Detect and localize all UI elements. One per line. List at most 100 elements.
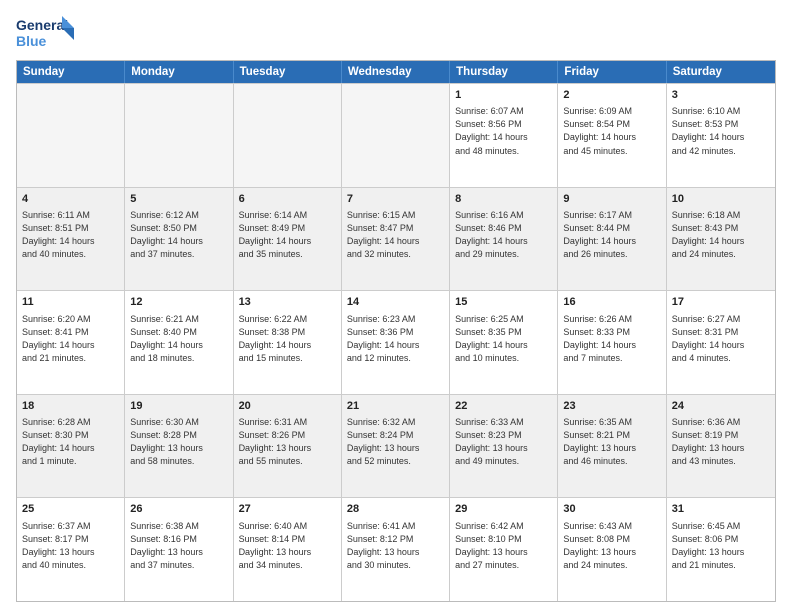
day-info: Sunrise: 6:33 AMSunset: 8:23 PMDaylight:… — [455, 416, 552, 468]
cal-week-row: 1 Sunrise: 6:07 AMSunset: 8:56 PMDaylight… — [17, 83, 775, 187]
day-number: 26 — [130, 502, 227, 517]
day-info: Sunrise: 6:21 AMSunset: 8:40 PMDaylight:… — [130, 313, 227, 365]
cal-cell-day: 28Sunrise: 6:41 AMSunset: 8:12 PMDayligh… — [342, 498, 450, 601]
day-number: 22 — [455, 399, 552, 414]
cal-header-day: Monday — [125, 61, 233, 83]
day-info: Sunrise: 6:22 AMSunset: 8:38 PMDaylight:… — [239, 313, 336, 365]
day-number: 7 — [347, 192, 444, 207]
cal-cell-day: 1 Sunrise: 6:07 AMSunset: 8:56 PMDaylight… — [450, 84, 558, 187]
calendar-body: 1 Sunrise: 6:07 AMSunset: 8:56 PMDaylight… — [17, 83, 775, 601]
day-number: 12 — [130, 295, 227, 310]
day-number: 15 — [455, 295, 552, 310]
day-info: Sunrise: 6:17 AMSunset: 8:44 PMDaylight:… — [563, 209, 660, 261]
cal-cell-day: 10 Sunrise: 6:18 AMSunset: 8:43 PMDayligh… — [667, 188, 775, 291]
day-info: Sunrise: 6:18 AMSunset: 8:43 PMDaylight:… — [672, 209, 770, 261]
day-info: Sunrise: 6:28 AMSunset: 8:30 PMDaylight:… — [22, 416, 119, 468]
day-info: Sunrise: 6:30 AMSunset: 8:28 PMDaylight:… — [130, 416, 227, 468]
day-number: 8 — [455, 192, 552, 207]
day-number: 6 — [239, 192, 336, 207]
cal-cell-day: 23 Sunrise: 6:35 AMSunset: 8:21 PMDayligh… — [558, 395, 666, 498]
day-info: Sunrise: 6:40 AMSunset: 8:14 PMDaylight:… — [239, 520, 336, 572]
svg-text:Blue: Blue — [16, 33, 47, 49]
day-info: Sunrise: 6:10 AMSunset: 8:53 PMDaylight:… — [672, 105, 770, 157]
day-number: 27 — [239, 502, 336, 517]
cal-week-row: 18 Sunrise: 6:28 AMSunset: 8:30 PMDayligh… — [17, 394, 775, 498]
cal-cell-empty — [17, 84, 125, 187]
calendar: SundayMondayTuesdayWednesdayThursdayFrid… — [16, 60, 776, 602]
day-info: Sunrise: 6:37 AMSunset: 8:17 PMDaylight:… — [22, 520, 119, 572]
day-number: 20 — [239, 399, 336, 414]
day-info: Sunrise: 6:20 AMSunset: 8:41 PMDaylight:… — [22, 313, 119, 365]
cal-cell-day: 3Sunrise: 6:10 AMSunset: 8:53 PMDaylight… — [667, 84, 775, 187]
cal-cell-day: 13 Sunrise: 6:22 AMSunset: 8:38 PMDayligh… — [234, 291, 342, 394]
day-info: Sunrise: 6:32 AMSunset: 8:24 PMDaylight:… — [347, 416, 444, 468]
day-info: Sunrise: 6:15 AMSunset: 8:47 PMDaylight:… — [347, 209, 444, 261]
day-number: 17 — [672, 295, 770, 310]
day-number: 23 — [563, 399, 660, 414]
day-number: 13 — [239, 295, 336, 310]
day-number: 14 — [347, 295, 444, 310]
cal-cell-day: 24 Sunrise: 6:36 AMSunset: 8:19 PMDayligh… — [667, 395, 775, 498]
day-number: 11 — [22, 295, 119, 310]
day-number: 2 — [563, 88, 660, 103]
cal-week-row: 11 Sunrise: 6:20 AMSunset: 8:41 PMDayligh… — [17, 290, 775, 394]
day-number: 28 — [347, 502, 444, 517]
day-number: 29 — [455, 502, 552, 517]
day-number: 9 — [563, 192, 660, 207]
cal-cell-day: 20 Sunrise: 6:31 AMSunset: 8:26 PMDayligh… — [234, 395, 342, 498]
day-number: 5 — [130, 192, 227, 207]
cal-cell-day: 4Sunrise: 6:11 AMSunset: 8:51 PMDaylight… — [17, 188, 125, 291]
day-info: Sunrise: 6:36 AMSunset: 8:19 PMDaylight:… — [672, 416, 770, 468]
cal-cell-day: 5 Sunrise: 6:12 AMSunset: 8:50 PMDaylight… — [125, 188, 233, 291]
cal-cell-empty — [125, 84, 233, 187]
day-info: Sunrise: 6:07 AMSunset: 8:56 PMDaylight:… — [455, 105, 552, 157]
cal-cell-day: 25 Sunrise: 6:37 AMSunset: 8:17 PMDayligh… — [17, 498, 125, 601]
day-info: Sunrise: 6:16 AMSunset: 8:46 PMDaylight:… — [455, 209, 552, 261]
cal-cell-day: 11 Sunrise: 6:20 AMSunset: 8:41 PMDayligh… — [17, 291, 125, 394]
cal-header-day: Thursday — [450, 61, 558, 83]
cal-cell-day: 2 Sunrise: 6:09 AMSunset: 8:54 PMDaylight… — [558, 84, 666, 187]
day-info: Sunrise: 6:43 AMSunset: 8:08 PMDaylight:… — [563, 520, 660, 572]
cal-header-day: Friday — [558, 61, 666, 83]
cal-cell-day: 27 Sunrise: 6:40 AMSunset: 8:14 PMDayligh… — [234, 498, 342, 601]
day-info: Sunrise: 6:27 AMSunset: 8:31 PMDaylight:… — [672, 313, 770, 365]
cal-header-day: Tuesday — [234, 61, 342, 83]
day-info: Sunrise: 6:09 AMSunset: 8:54 PMDaylight:… — [563, 105, 660, 157]
day-info: Sunrise: 6:23 AMSunset: 8:36 PMDaylight:… — [347, 313, 444, 365]
cal-cell-day: 14 Sunrise: 6:23 AMSunset: 8:36 PMDayligh… — [342, 291, 450, 394]
logo: GeneralBlue — [16, 12, 76, 52]
svg-text:General: General — [16, 17, 68, 33]
cal-cell-day: 9 Sunrise: 6:17 AMSunset: 8:44 PMDaylight… — [558, 188, 666, 291]
day-number: 16 — [563, 295, 660, 310]
cal-cell-empty — [234, 84, 342, 187]
cal-cell-day: 6Sunrise: 6:14 AMSunset: 8:49 PMDaylight… — [234, 188, 342, 291]
day-number: 10 — [672, 192, 770, 207]
day-number: 25 — [22, 502, 119, 517]
day-number: 30 — [563, 502, 660, 517]
cal-cell-day: 26 Sunrise: 6:38 AMSunset: 8:16 PMDayligh… — [125, 498, 233, 601]
day-info: Sunrise: 6:12 AMSunset: 8:50 PMDaylight:… — [130, 209, 227, 261]
day-info: Sunrise: 6:25 AMSunset: 8:35 PMDaylight:… — [455, 313, 552, 365]
cal-cell-day: 15 Sunrise: 6:25 AMSunset: 8:35 PMDayligh… — [450, 291, 558, 394]
day-info: Sunrise: 6:35 AMSunset: 8:21 PMDaylight:… — [563, 416, 660, 468]
cal-cell-day: 16 Sunrise: 6:26 AMSunset: 8:33 PMDayligh… — [558, 291, 666, 394]
cal-cell-day: 31Sunrise: 6:45 AMSunset: 8:06 PMDayligh… — [667, 498, 775, 601]
day-number: 24 — [672, 399, 770, 414]
day-number: 19 — [130, 399, 227, 414]
cal-cell-day: 18 Sunrise: 6:28 AMSunset: 8:30 PMDayligh… — [17, 395, 125, 498]
cal-cell-day: 8 Sunrise: 6:16 AMSunset: 8:46 PMDaylight… — [450, 188, 558, 291]
cal-cell-day: 22 Sunrise: 6:33 AMSunset: 8:23 PMDayligh… — [450, 395, 558, 498]
day-info: Sunrise: 6:38 AMSunset: 8:16 PMDaylight:… — [130, 520, 227, 572]
day-info: Sunrise: 6:42 AMSunset: 8:10 PMDaylight:… — [455, 520, 552, 572]
cal-cell-day: 19 Sunrise: 6:30 AMSunset: 8:28 PMDayligh… — [125, 395, 233, 498]
day-number: 1 — [455, 88, 552, 103]
day-info: Sunrise: 6:26 AMSunset: 8:33 PMDaylight:… — [563, 313, 660, 365]
day-info: Sunrise: 6:11 AMSunset: 8:51 PMDaylight:… — [22, 209, 119, 261]
cal-cell-day: 12 Sunrise: 6:21 AMSunset: 8:40 PMDayligh… — [125, 291, 233, 394]
page: GeneralBlue SundayMondayTuesdayWednesday… — [0, 0, 792, 612]
day-info: Sunrise: 6:31 AMSunset: 8:26 PMDaylight:… — [239, 416, 336, 468]
calendar-header: SundayMondayTuesdayWednesdayThursdayFrid… — [17, 61, 775, 83]
day-number: 18 — [22, 399, 119, 414]
cal-cell-day: 30 Sunrise: 6:43 AMSunset: 8:08 PMDayligh… — [558, 498, 666, 601]
cal-header-day: Wednesday — [342, 61, 450, 83]
